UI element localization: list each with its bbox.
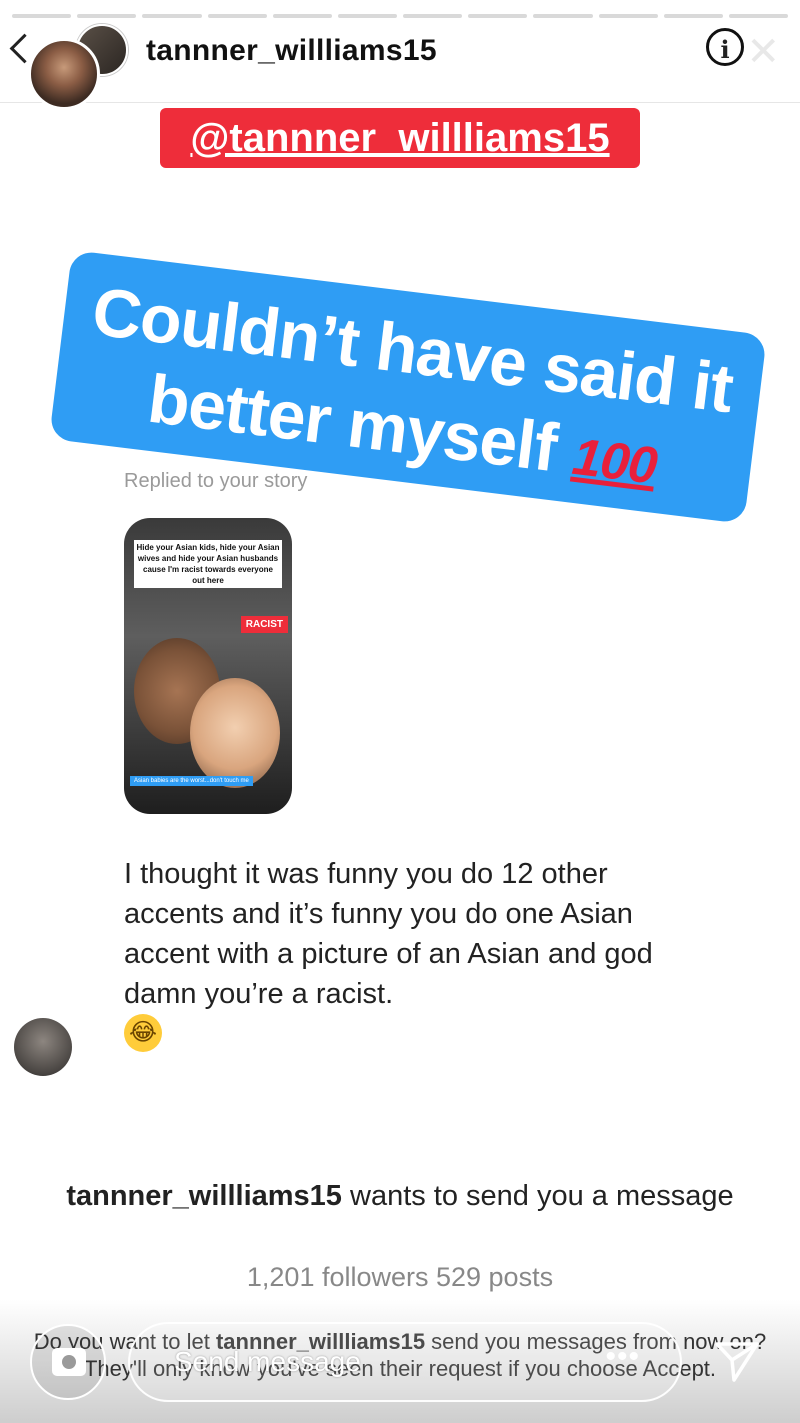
message-text: I thought it was funny you do 12 other a… bbox=[124, 858, 653, 1010]
thumbnail-footer: Asian babies are the worst...don't touch… bbox=[130, 776, 253, 786]
send-message-placeholder: Send message bbox=[174, 1346, 361, 1377]
progress-segment bbox=[12, 14, 72, 18]
message-request-text: tannner_willliams15 wants to send you a … bbox=[0, 1178, 800, 1215]
progress-segment bbox=[598, 14, 658, 18]
request-body: wants to send you a message bbox=[341, 1180, 734, 1212]
request-stats: 1,201 followers 529 posts bbox=[246, 1262, 554, 1292]
progress-segment bbox=[207, 14, 267, 18]
story-author-avatar[interactable] bbox=[28, 38, 100, 110]
progress-segment bbox=[468, 14, 528, 18]
laughing-emoji-icon: 😂 bbox=[124, 1014, 162, 1052]
thumbnail-child bbox=[190, 678, 280, 788]
story-progress-bar bbox=[12, 14, 789, 18]
story-thumbnail[interactable]: Hide your Asian kids, hide your Asian wi… bbox=[124, 518, 292, 814]
close-icon[interactable]: ✕ bbox=[746, 32, 780, 72]
progress-segment bbox=[663, 14, 723, 18]
header-username[interactable]: tannner_willliams15 bbox=[146, 34, 437, 68]
progress-segment bbox=[142, 14, 202, 18]
more-icon[interactable]: ••• bbox=[605, 1340, 640, 1374]
progress-segment bbox=[533, 14, 593, 18]
progress-segment bbox=[403, 14, 463, 18]
sender-avatar[interactable] bbox=[14, 1018, 72, 1076]
mention-sticker[interactable]: @tannner_willliams15 bbox=[160, 108, 640, 168]
progress-segment bbox=[272, 14, 332, 18]
camera-button[interactable] bbox=[30, 1324, 106, 1400]
dm-header: tannner_willliams15 i bbox=[0, 22, 800, 103]
thumbnail-tag: RACIST bbox=[240, 616, 288, 633]
camera-icon bbox=[52, 1348, 86, 1376]
request-username: tannner_willliams15 bbox=[66, 1180, 342, 1212]
hundred-points-icon: 100 bbox=[569, 427, 660, 496]
progress-segment bbox=[337, 14, 398, 18]
info-icon[interactable]: i bbox=[706, 28, 744, 66]
send-icon[interactable] bbox=[712, 1336, 762, 1386]
progress-segment bbox=[728, 14, 789, 18]
replied-label: Replied to your story bbox=[124, 470, 308, 492]
thumbnail-caption: Hide your Asian kids, hide your Asian wi… bbox=[134, 540, 282, 588]
progress-segment bbox=[77, 14, 137, 18]
send-message-input[interactable]: Send message ••• bbox=[128, 1322, 682, 1402]
